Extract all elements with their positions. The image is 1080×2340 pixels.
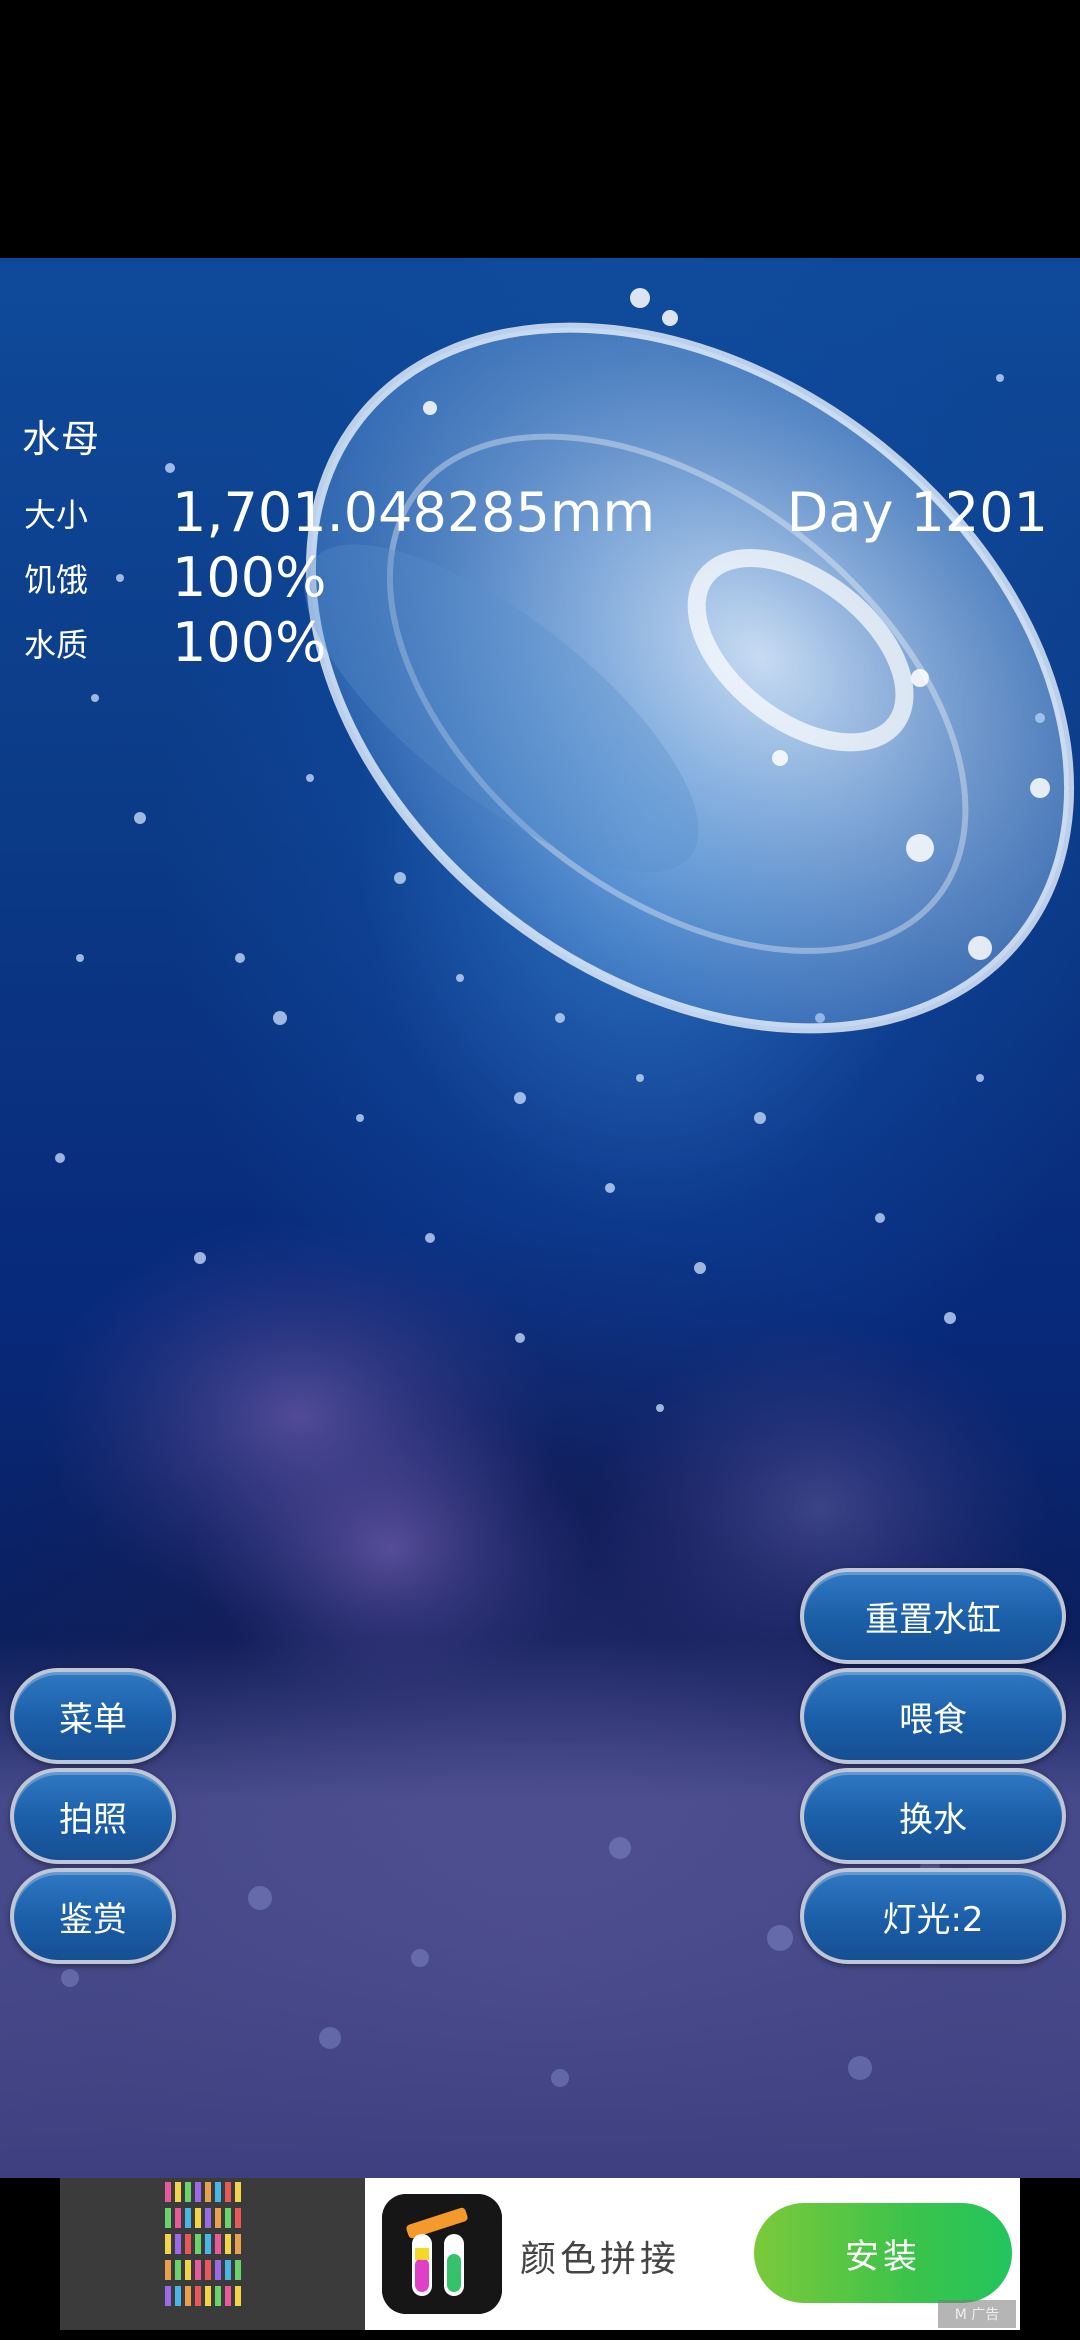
size-label: 大小 bbox=[24, 496, 89, 534]
size-value: 1,701.048285mm bbox=[172, 481, 656, 544]
status-hud: 水母 大小 1,701.048285mm Day 1201 饥饿 100% 水质… bbox=[0, 258, 1080, 718]
menu-button[interactable]: 菜单 bbox=[10, 1668, 176, 1764]
ad-app-icon[interactable] bbox=[382, 2194, 502, 2314]
top-black-bar bbox=[0, 0, 1080, 258]
hunger-value: 100% bbox=[172, 546, 327, 609]
hunger-label: 饥饿 bbox=[24, 561, 89, 599]
ad-preview-image[interactable] bbox=[60, 2178, 365, 2330]
creature-name: 水母 bbox=[22, 417, 101, 461]
ad-app-name[interactable]: 颜色拼接 bbox=[520, 2230, 680, 2282]
appreciate-button[interactable]: 鉴赏 bbox=[10, 1868, 176, 1964]
reset-tank-button[interactable]: 重置水缸 bbox=[800, 1568, 1066, 1664]
water-quality-label: 水质 bbox=[24, 626, 89, 664]
water-quality-value: 100% bbox=[172, 611, 327, 674]
feed-button[interactable]: 喂食 bbox=[800, 1668, 1066, 1764]
ad-preview-art bbox=[60, 2178, 365, 2330]
photo-button[interactable]: 拍照 bbox=[10, 1768, 176, 1864]
ad-badge: M 广告 bbox=[938, 2300, 1016, 2328]
test-tube-icon bbox=[382, 2194, 502, 2314]
change-water-button[interactable]: 换水 bbox=[800, 1768, 1066, 1864]
ad-banner[interactable]: 颜色拼接 安装 M 广告 bbox=[60, 2178, 1020, 2330]
ad-install-button[interactable]: 安装 bbox=[754, 2203, 1012, 2303]
day-counter: Day 1201 bbox=[786, 481, 1048, 544]
game-screen: 水母 大小 1,701.048285mm Day 1201 饥饿 100% 水质… bbox=[0, 0, 1080, 2340]
light-button[interactable]: 灯光:2 bbox=[800, 1868, 1066, 1964]
